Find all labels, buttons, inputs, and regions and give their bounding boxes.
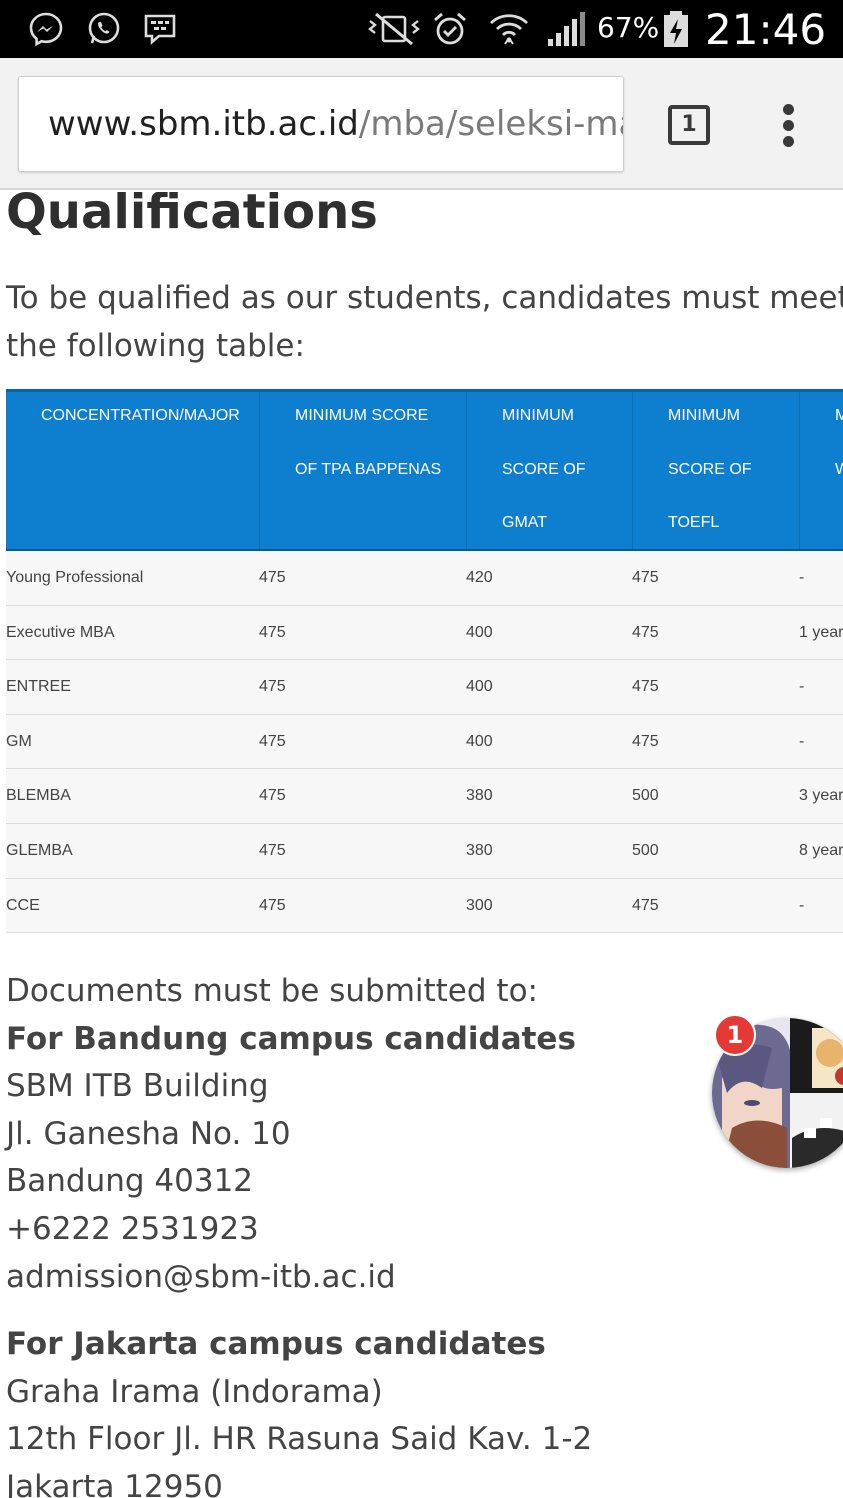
intro-line-2: the following table:	[6, 328, 305, 364]
url-path: /mba/seleksi-mal	[358, 104, 624, 144]
messenger-icon	[29, 12, 63, 47]
header-work-experience: M W	[799, 392, 843, 551]
tab-switcher-button[interactable]: 1	[668, 105, 710, 145]
table-row: Executive MBA 475 400 475 1 year	[6, 605, 843, 661]
bandung-email[interactable]: admission@sbm-itb.ac.id	[6, 1254, 843, 1302]
url-host: www.sbm.itb.ac.id	[48, 104, 359, 144]
table-row: BLEMBA 475 380 500 3 years	[6, 769, 843, 824]
browser-toolbar: www.sbm.itb.ac.id/mba/seleksi-mal 1	[0, 58, 843, 190]
signal-icon	[548, 12, 585, 46]
url-bar[interactable]: www.sbm.itb.ac.id/mba/seleksi-mal	[18, 76, 624, 172]
alarm-icon	[434, 12, 466, 45]
header-tpa: MINIMUM SCORE OF TPA BAPPENAS	[259, 392, 466, 551]
header-concentration: CONCENTRATION/MAJOR	[41, 407, 240, 424]
jakarta-city: Jakarta 12950	[6, 1468, 223, 1498]
intro-paragraph: To be qualified as our students, candida…	[6, 274, 843, 370]
table-row: CCE 475 300 475 -	[6, 878, 843, 934]
table-row: GM 475 400 475 -	[6, 714, 843, 770]
header-toefl: MINIMUM SCORE OF TOEFL	[632, 392, 799, 551]
table-body: Young Professional 475 420 475 - Executi…	[6, 551, 843, 934]
qualifications-table: CONCENTRATION/MAJOR MINIMUM SCORE OF TPA…	[6, 389, 843, 934]
notification-badge: 1	[714, 1014, 756, 1056]
jakarta-title: For Jakarta campus candidates	[6, 1326, 546, 1363]
clock: 21:46	[705, 5, 827, 54]
page-content: Qualifications To be qualified as our st…	[0, 192, 843, 1498]
header-gmat: MINIMUM SCORE OF GMAT	[466, 392, 632, 551]
jakarta-street: 12th Floor Jl. HR Rasuna Said Kav. 1-2	[6, 1421, 593, 1458]
table-row: ENTREE 475 400 475 -	[6, 660, 843, 715]
battery-percent: 67%	[597, 11, 660, 44]
table-header: CONCENTRATION/MAJOR MINIMUM SCORE OF TPA…	[6, 389, 843, 551]
documents-intro: Documents must be submitted to:	[6, 973, 538, 1009]
intro-line-1: To be qualified as our students, candida…	[6, 280, 843, 316]
overflow-menu-icon[interactable]	[774, 102, 804, 150]
table-row: GLEMBA 475 380 500 8 years	[6, 823, 843, 879]
status-bar: 67% 21:46	[0, 0, 843, 58]
jakarta-building: Graha Irama (Indorama)	[6, 1373, 383, 1410]
battery-charging-icon	[664, 11, 688, 47]
table-row: Young Professional 475 420 475 -	[6, 551, 843, 606]
mute-icon	[368, 12, 420, 46]
bandung-phone[interactable]: +6222 2531923	[6, 1206, 843, 1254]
wifi-icon	[490, 14, 528, 45]
bandung-city: Bandung 40312	[6, 1163, 254, 1200]
bbm-icon	[144, 14, 176, 45]
whatsapp-icon	[88, 12, 120, 44]
page-title: Qualifications	[6, 192, 378, 240]
